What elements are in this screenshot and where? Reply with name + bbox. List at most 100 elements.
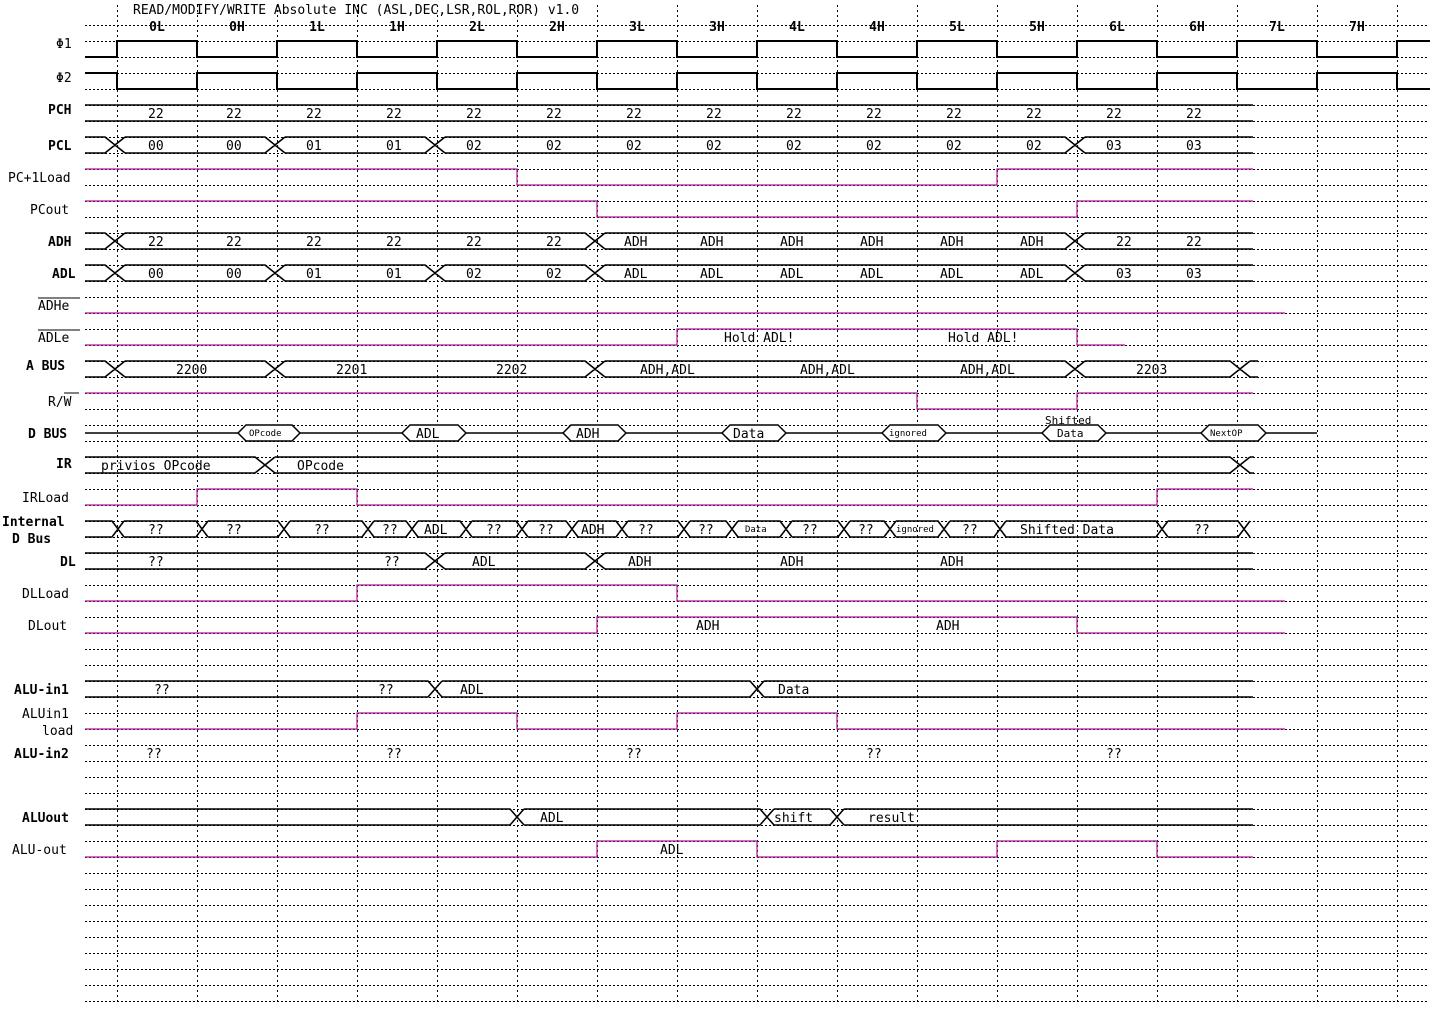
signal-labels: Φ1 Φ2 PCH PCL PC+1Load PCout ADH ADL ADH… — [2, 37, 80, 858]
phase-label: 4L — [789, 20, 805, 35]
dbus-value: Data — [1057, 427, 1084, 440]
abus-value: 2203 — [1136, 363, 1167, 378]
adh-value: 22 — [466, 235, 482, 250]
adh-value: 22 — [546, 235, 562, 250]
internal-value: ADL — [424, 523, 448, 538]
label-dl: DL — [60, 555, 76, 570]
phase-label: 5L — [949, 20, 965, 35]
aluin1-value: ADL — [460, 683, 484, 698]
phase-label: 3L — [629, 20, 645, 35]
internal-value: ADH — [581, 523, 604, 538]
dlout-value: ADH — [696, 619, 719, 634]
aluin2-value: ?? — [626, 747, 642, 762]
phase-label: 6H — [1189, 20, 1205, 35]
pch-value: 22 — [306, 107, 322, 122]
adl-value: ADL — [624, 267, 648, 282]
pch-value: 22 — [546, 107, 562, 122]
pcl-value: 02 — [546, 139, 562, 154]
adle-note: Hold ADL! — [724, 331, 794, 346]
label-adh: ADH — [48, 235, 71, 250]
internal-value: ?? — [486, 523, 502, 538]
aluin1-value: Data — [778, 683, 809, 698]
pcl-value: 02 — [626, 139, 642, 154]
internal-value: ?? — [226, 523, 242, 538]
label-aluoutctl: ALU-out — [12, 843, 67, 858]
dbus-value: OPcode — [249, 429, 282, 439]
label-internal-2: D Bus — [12, 532, 51, 547]
pcl-value: 02 — [946, 139, 962, 154]
pch-value: 22 — [1106, 107, 1122, 122]
phase-label: 2L — [469, 20, 485, 35]
aluin1-value: ?? — [378, 683, 394, 698]
internal-value: ?? — [314, 523, 330, 538]
dlout-wave — [85, 616, 1285, 634]
timing-diagram: READ/MODIFY/WRITE Absolute INC (ASL,DEC,… — [2, 3, 1430, 1004]
adl-value: 00 — [148, 267, 164, 282]
dlout-value: ADH — [936, 619, 959, 634]
aluout-value: ADL — [540, 811, 564, 826]
adh-value: 22 — [226, 235, 242, 250]
aluin1load-wave — [85, 712, 1285, 730]
phase-label: 7H — [1349, 20, 1365, 35]
adl-value: 01 — [306, 267, 322, 282]
aluout-value: result — [868, 811, 915, 826]
adl-value: ADL — [780, 267, 804, 282]
label-adle: ADLe — [38, 331, 69, 346]
phase-label: 6L — [1109, 20, 1125, 35]
abus-value: ADH,ADL — [640, 363, 695, 378]
internal-value: ?? — [962, 523, 978, 538]
adh-value: ADH — [700, 235, 723, 250]
aluout-value: shift — [774, 811, 813, 826]
dbus-value: ADH — [576, 427, 599, 442]
phase-label: 3H — [709, 20, 725, 35]
waveforms — [85, 40, 1430, 858]
internal-value: ?? — [802, 523, 818, 538]
phase-label: 2H — [549, 20, 565, 35]
label-aluout: ALUout — [22, 811, 69, 826]
adl-value: 01 — [386, 267, 402, 282]
adh-value: 22 — [148, 235, 164, 250]
aluoutctl-value: ADL — [660, 843, 684, 858]
pch-value: 22 — [226, 107, 242, 122]
pcl-value: 02 — [786, 139, 802, 154]
pch-value: 22 — [866, 107, 882, 122]
abus-value: 2202 — [496, 363, 527, 378]
abus-value: 2200 — [176, 363, 207, 378]
adl-value: 00 — [226, 267, 242, 282]
dl-value: ADH — [628, 555, 651, 570]
dl-value: ADH — [940, 555, 963, 570]
pcl-value: 03 — [1106, 139, 1122, 154]
pch-bus — [85, 104, 1253, 122]
internal-value: Data — [745, 525, 767, 535]
adle-note: Hold ADL! — [948, 331, 1018, 346]
pch-value: 22 — [1026, 107, 1042, 122]
label-dlload: DLLoad — [22, 587, 69, 602]
internal-value: ?? — [698, 523, 714, 538]
aluin2-value: ?? — [866, 747, 882, 762]
adl-value: 02 — [466, 267, 482, 282]
label-rw: R/W — [48, 395, 72, 410]
label-pc1load: PC+1Load — [8, 171, 71, 186]
label-aluin2: ALU-in2 — [14, 747, 69, 762]
adh-value: ADH — [1020, 235, 1043, 250]
label-adl: ADL — [52, 267, 76, 282]
adl-value: ADL — [1020, 267, 1044, 282]
adl-value: ADL — [940, 267, 964, 282]
aluin1-bus — [85, 680, 1253, 698]
abus-value: ADH,ADL — [800, 363, 855, 378]
pch-value: 22 — [706, 107, 722, 122]
label-dbus: D BUS — [28, 427, 67, 442]
label-dlout: DLout — [28, 619, 67, 634]
pch-values: 22 22 22 22 22 22 22 22 22 22 22 22 22 2… — [148, 107, 1202, 122]
dl-value: ADH — [780, 555, 803, 570]
pcout-wave — [85, 200, 1253, 218]
label-ir: IR — [56, 457, 72, 472]
internal-value: Shifted Data — [1020, 523, 1114, 538]
pcl-value: 02 — [466, 139, 482, 154]
label-phi2: Φ2 — [56, 71, 72, 86]
dbus-value: ignored — [889, 429, 927, 439]
aluin2-value: ?? — [1106, 747, 1122, 762]
internal-value: ?? — [638, 523, 654, 538]
phase-label: 7L — [1269, 20, 1285, 35]
label-irload: IRLoad — [22, 491, 69, 506]
